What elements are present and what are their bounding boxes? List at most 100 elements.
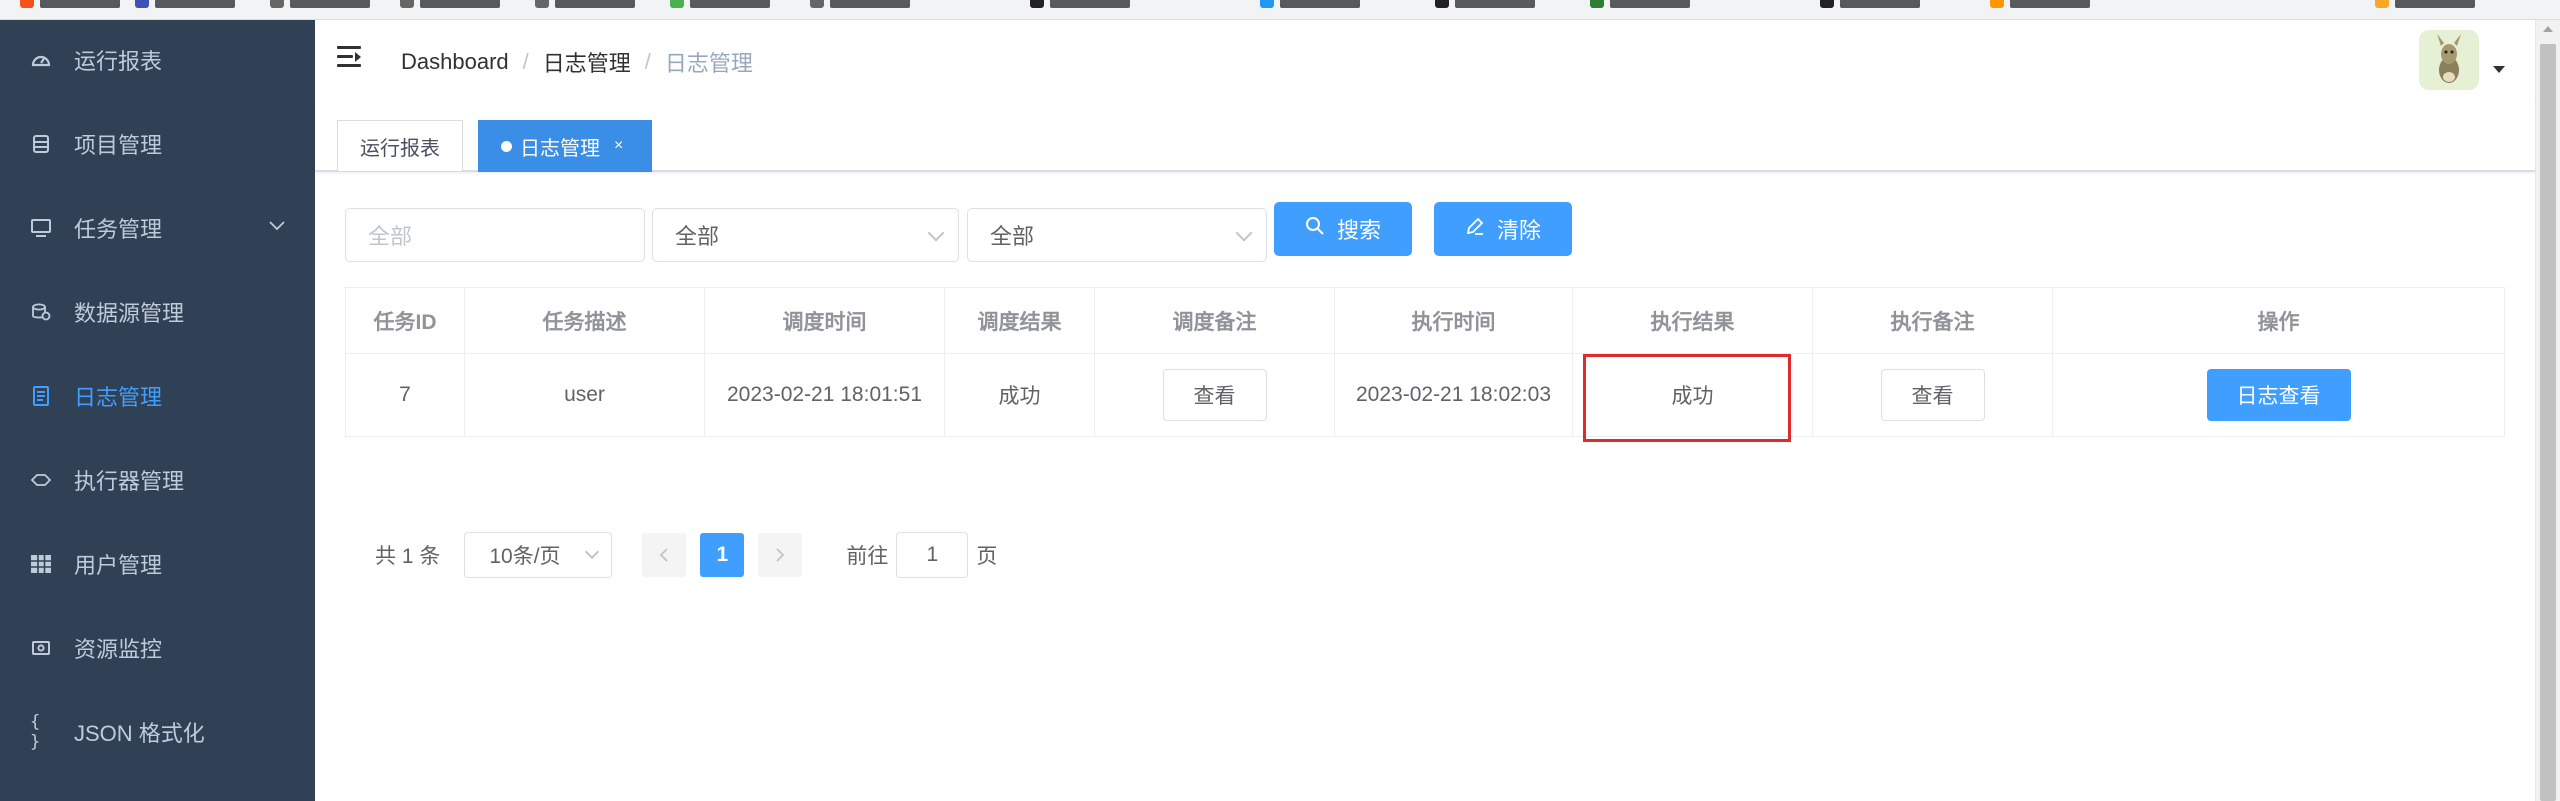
grid-icon	[30, 553, 52, 575]
trigger-time-cell: 2023-02-21 18:01:51	[705, 354, 945, 436]
bookmark-item[interactable]	[1990, 0, 2110, 8]
log-table: 任务ID 任务描述 调度时间 调度结果 调度备注 执行时间 执行结果 执行备注 …	[345, 287, 2505, 437]
action-cell: 日志查看	[2053, 354, 2504, 436]
sidebar-item-monitor[interactable]: 资源监控	[0, 606, 315, 690]
sidebar-item-label: 日志管理	[74, 385, 163, 410]
page-size-select[interactable]: 10条/页	[464, 532, 613, 578]
sidebar-item-project[interactable]: 项目管理	[0, 102, 315, 186]
trigger-result-cell: 成功	[945, 354, 1095, 436]
clear-button[interactable]: 清除	[1434, 202, 1572, 256]
column-header: 任务ID	[346, 288, 465, 353]
bookmark-item[interactable]	[135, 0, 255, 8]
avatar[interactable]	[2419, 30, 2479, 90]
task-id-cell: 7	[346, 354, 465, 436]
search-button-label: 搜索	[1336, 218, 1381, 243]
goto-label: 前往	[846, 545, 889, 568]
bookmark-item[interactable]	[20, 0, 140, 8]
bookmark-item[interactable]	[1590, 0, 1710, 8]
bookmark-bar	[0, 0, 2560, 20]
sidebar-item-datasource[interactable]: 数据源管理	[0, 270, 315, 354]
sidebar-item-label: 数据源管理	[74, 301, 185, 326]
handle-result-cell: 成功	[1573, 354, 1813, 436]
clear-button-label: 清除	[1496, 218, 1541, 243]
bookmark-item[interactable]	[1820, 0, 1940, 8]
dashboard-icon	[30, 49, 52, 71]
sidebar-item-log[interactable]: 日志管理	[0, 354, 315, 438]
job-desc-input[interactable]: 全部	[345, 208, 645, 262]
scrollbar-thumb[interactable]	[2540, 44, 2556, 801]
sidebar-item-label: 资源监控	[74, 637, 163, 662]
sidebar-item-label: 任务管理	[74, 217, 163, 242]
page-size-value: 10条/页	[489, 545, 561, 568]
chevron-down-icon	[585, 544, 600, 560]
input-placeholder: 全部	[368, 224, 413, 249]
tag-log-management[interactable]: 日志管理 ×	[478, 120, 652, 172]
bookmark-item[interactable]	[400, 0, 520, 8]
page-number-button[interactable]: 1	[700, 533, 745, 577]
sidebar-item-executor[interactable]: 执行器管理	[0, 438, 315, 522]
sidebar-item-task[interactable]: 任务管理	[0, 186, 315, 270]
column-header: 调度时间	[705, 288, 945, 353]
bookmark-item[interactable]	[1435, 0, 1555, 8]
breadcrumb-separator: /	[644, 49, 651, 74]
monitor-icon	[30, 217, 52, 239]
chevron-left-icon	[660, 548, 668, 562]
column-header: 执行备注	[1813, 288, 2053, 353]
edit-icon	[1465, 216, 1485, 242]
chevron-right-icon	[776, 548, 785, 562]
sidebar-item-json[interactable]: { } JSON 格式化	[0, 690, 315, 774]
database-icon	[30, 133, 52, 155]
breadcrumb-log-management[interactable]: 日志管理	[543, 46, 631, 78]
sidebar-item-label: JSON 格式化	[74, 721, 205, 746]
sidebar-item-user[interactable]: 用户管理	[0, 522, 315, 606]
executor-select[interactable]: 全部	[967, 208, 1267, 262]
tag-label: 日志管理	[520, 137, 600, 160]
caret-down-icon	[2493, 66, 2505, 73]
chevron-down-icon	[1235, 224, 1253, 242]
hamburger-icon[interactable]	[337, 46, 363, 68]
document-icon	[30, 385, 52, 407]
view-log-button[interactable]: 日志查看	[2206, 369, 2351, 421]
bookmark-item[interactable]	[810, 0, 930, 8]
view-trigger-note-button[interactable]: 查看	[1162, 369, 1267, 421]
bookmark-item[interactable]	[670, 0, 790, 8]
search-icon	[1305, 216, 1325, 242]
breadcrumb-dashboard[interactable]: Dashboard	[401, 49, 509, 75]
table-row: 7 user 2023-02-21 18:01:51 成功 查看 2023-02…	[346, 354, 2504, 436]
column-header: 操作	[2257, 310, 2300, 334]
tags-view: 运行报表 日志管理 ×	[315, 100, 2535, 172]
breadcrumb: Dashboard / 日志管理 / 日志管理	[401, 46, 753, 78]
chevron-down-icon	[927, 224, 945, 242]
sidebar-item-label: 项目管理	[74, 133, 163, 158]
tag-label: 运行报表	[360, 137, 440, 160]
sidebar-item-label: 运行报表	[74, 49, 163, 74]
datasource-icon	[30, 301, 52, 323]
tag-run-report[interactable]: 运行报表	[337, 120, 463, 172]
task-desc-cell: user	[465, 354, 705, 436]
close-icon[interactable]: ×	[614, 137, 623, 155]
goto-page-input[interactable]: 1	[896, 532, 969, 578]
bookmark-item[interactable]	[1030, 0, 1150, 8]
page-unit-label: 页	[976, 545, 998, 568]
table-header: 任务ID 任务描述 调度时间 调度结果 调度备注 执行时间 执行结果 执行备注 …	[346, 288, 2504, 354]
user-menu[interactable]	[2419, 30, 2505, 92]
sidebar-item-run-report[interactable]: 运行报表	[0, 18, 315, 102]
bookmark-item[interactable]	[535, 0, 655, 8]
scroll-up-icon[interactable]	[2543, 26, 2553, 32]
column-header: 任务描述	[465, 288, 705, 353]
view-handle-note-button[interactable]: 查看	[1880, 369, 1985, 421]
trigger-note-cell: 查看	[1095, 354, 1335, 436]
search-button[interactable]: 搜索	[1274, 202, 1412, 256]
status-select[interactable]: 全部	[652, 208, 959, 262]
breadcrumb-separator: /	[522, 49, 529, 74]
bookmark-item[interactable]	[1260, 0, 1380, 8]
money-icon	[30, 637, 52, 659]
bookmark-item[interactable]	[2375, 0, 2495, 8]
prev-page-button[interactable]	[642, 533, 687, 577]
handle-time-cell: 2023-02-21 18:02:03	[1335, 354, 1573, 436]
vertical-scrollbar[interactable]	[2535, 20, 2560, 801]
executor-icon	[30, 469, 52, 491]
bookmark-item[interactable]	[270, 0, 390, 8]
column-header: 调度结果	[945, 288, 1095, 353]
next-page-button[interactable]	[758, 533, 803, 577]
